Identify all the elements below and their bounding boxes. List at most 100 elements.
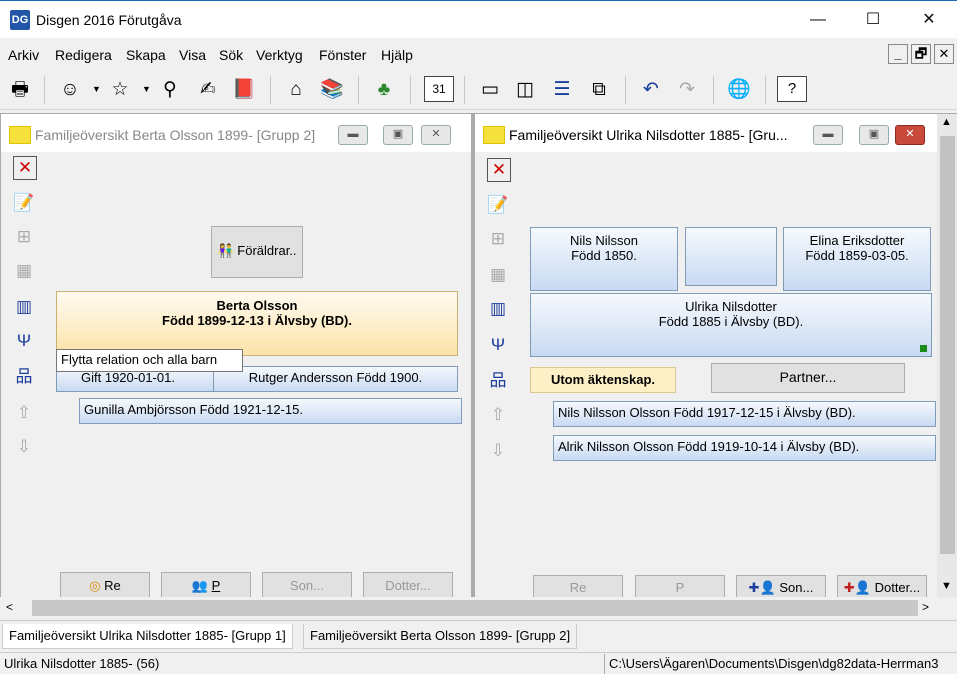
grid-icon[interactable]: ▦: [11, 258, 37, 284]
father-birth: Född 1850.: [571, 248, 637, 263]
person-icon[interactable]: ☺: [56, 76, 84, 104]
father-box[interactable]: Nils Nilsson Född 1850.: [530, 227, 678, 291]
mdi-restore-button[interactable]: 🗗: [911, 44, 931, 64]
delete-icon[interactable]: ✕: [487, 158, 511, 182]
menu-fonster[interactable]: Fönster: [319, 47, 366, 63]
note-edit-icon[interactable]: 📝: [11, 190, 37, 216]
horizontal-scrollbar[interactable]: < >: [0, 597, 957, 619]
child-minimize-button[interactable]: ▬: [813, 125, 843, 145]
toolbar: 🖶 ☺ ▼ ☆ ▼ ⚲ ✍ 📕 ⌂ 📚 ♣ 31 ▭ ◫ ☰ ⧉ ↶ ↷ 🌐 ?: [0, 70, 957, 110]
child-window-title: Familjeöversikt Berta Olsson 1899- [Grup…: [35, 127, 316, 143]
tab-ulrika[interactable]: Familjeöversikt Ulrika Nilsdotter 1885- …: [2, 624, 293, 649]
mother-birth: Född 1859-03-05.: [805, 248, 909, 263]
person-star-icon[interactable]: ☆: [106, 76, 134, 104]
menu-visa[interactable]: Visa: [179, 47, 206, 63]
maximize-button[interactable]: ☐: [850, 5, 896, 35]
calendar-icon[interactable]: 31: [424, 76, 454, 102]
partner-button[interactable]: Partner...: [711, 363, 905, 393]
binoculars-icon[interactable]: ⚲: [156, 76, 184, 104]
main-person-box[interactable]: Ulrika Nilsdotter Född 1885 i Älvsby (BD…: [530, 293, 932, 357]
partner-box[interactable]: Rutger Andersson Född 1900.: [213, 366, 458, 392]
main-person-box[interactable]: Berta Olsson Född 1899-12-13 i Älvsby (B…: [56, 291, 458, 356]
status-person: Ulrika Nilsdotter 1885- (56): [4, 656, 160, 671]
chevron-down-icon[interactable]: ▼: [92, 84, 101, 94]
tab-berta[interactable]: Familjeöversikt Berta Olsson 1899- [Grup…: [303, 624, 578, 649]
columns-icon[interactable]: ▥: [11, 294, 37, 320]
menu-hjalp[interactable]: Hjälp: [381, 47, 413, 63]
note-edit-icon[interactable]: 📝: [485, 192, 511, 218]
move-down-icon[interactable]: ⇩: [11, 434, 37, 460]
son-label: Son...: [779, 580, 814, 595]
empty-parent-box[interactable]: [685, 227, 777, 286]
tile-vertical-icon[interactable]: ◫: [511, 76, 539, 104]
cascade-icon[interactable]: ⧉: [585, 76, 613, 104]
tooltip: Flytta relation och alla barn: [56, 349, 243, 372]
undo-icon[interactable]: ↶: [637, 76, 665, 104]
relation-label: Utom äktenskap.: [530, 367, 676, 393]
globe-icon[interactable]: 🌐: [725, 76, 753, 104]
minimize-button[interactable]: —: [795, 5, 841, 35]
child-maximize-button[interactable]: ▣: [383, 125, 413, 145]
window-icon: [483, 126, 505, 144]
main-person-birth: Född 1899-12-13 i Älvsby (BD).: [162, 313, 352, 328]
single-window-icon[interactable]: ▭: [476, 76, 504, 104]
tree-outline-icon[interactable]: ⊞: [485, 226, 511, 252]
tree-outline-icon[interactable]: ⊞: [11, 224, 37, 250]
family-window-berta[interactable]: Familjeöversikt Berta Olsson 1899- [Grup…: [0, 113, 472, 602]
scroll-right-icon[interactable]: >: [922, 600, 929, 614]
child-close-button[interactable]: ✕: [895, 125, 925, 145]
tile-horizontal-icon[interactable]: ☰: [548, 76, 576, 104]
scroll-thumb[interactable]: [940, 136, 955, 554]
parents-icon: 👫: [217, 243, 234, 258]
child-row[interactable]: Gunilla Ambjörsson Född 1921-12-15.: [79, 398, 462, 424]
help-icon[interactable]: ?: [777, 76, 807, 102]
child-row[interactable]: Nils Nilsson Olsson Född 1917-12-15 i Äl…: [553, 401, 936, 427]
scroll-down-icon[interactable]: ▼: [941, 580, 952, 592]
move-down-icon[interactable]: ⇩: [485, 438, 511, 464]
descendants-icon[interactable]: Ψ: [485, 332, 511, 358]
mdi-close-button[interactable]: ✕: [934, 44, 954, 64]
mother-box[interactable]: Elina Eriksdotter Född 1859-03-05.: [783, 227, 931, 291]
mdi-area: Familjeöversikt Berta Olsson 1899- [Grup…: [0, 113, 957, 603]
print-icon[interactable]: 🖶: [6, 76, 34, 104]
menu-skapa[interactable]: Skapa: [126, 47, 166, 63]
menu-sok[interactable]: Sök: [219, 47, 243, 63]
add-daughter-icon: ✚👤: [843, 580, 871, 595]
menu-arkiv[interactable]: Arkiv: [8, 47, 39, 63]
org-tree-icon[interactable]: 品: [11, 364, 37, 390]
status-indicator: [920, 345, 927, 352]
edit-icon[interactable]: ✍: [194, 76, 222, 104]
close-button[interactable]: ✕: [906, 5, 952, 35]
mdi-minimize-button[interactable]: _: [888, 44, 908, 64]
app-icon: DG: [10, 10, 30, 30]
chevron-down-icon[interactable]: ▼: [142, 84, 151, 94]
redo-icon[interactable]: ↷: [673, 76, 701, 104]
family-window-ulrika[interactable]: Familjeöversikt Ulrika Nilsdotter 1885- …: [474, 113, 957, 603]
status-bar: Ulrika Nilsdotter 1885- (56) C:\Users\Äg…: [0, 652, 957, 674]
scroll-up-icon[interactable]: ▲: [941, 116, 952, 128]
child-row[interactable]: Alrik Nilsson Olsson Född 1919-10-14 i Ä…: [553, 435, 936, 461]
menu-verktyg[interactable]: Verktyg: [256, 47, 303, 63]
couple-icon: 👥: [191, 578, 208, 593]
delete-icon[interactable]: ✕: [13, 156, 37, 180]
parents-button[interactable]: 👫 Föräldrar..: [211, 226, 303, 278]
book-icon[interactable]: 📕: [230, 76, 258, 104]
status-path: C:\Users\Ägaren\Documents\Disgen\dg82dat…: [604, 654, 956, 674]
map-icon[interactable]: ♣: [370, 76, 398, 104]
descendants-icon[interactable]: Ψ: [11, 328, 37, 354]
org-tree-icon[interactable]: 品: [485, 368, 511, 394]
scroll-left-icon[interactable]: <: [6, 600, 13, 614]
child-close-button[interactable]: ✕: [421, 125, 451, 145]
grid-icon[interactable]: ▦: [485, 262, 511, 288]
main-person-name: Berta Olsson: [216, 298, 298, 313]
vertical-scrollbar[interactable]: ▲ ▼: [937, 114, 957, 598]
books-icon[interactable]: 📚: [318, 76, 346, 104]
columns-icon[interactable]: ▥: [485, 296, 511, 322]
home-icon[interactable]: ⌂: [282, 76, 310, 104]
move-up-icon[interactable]: ⇧: [485, 402, 511, 428]
move-up-icon[interactable]: ⇧: [11, 400, 37, 426]
hscroll-thumb[interactable]: [32, 600, 918, 616]
child-maximize-button[interactable]: ▣: [859, 125, 889, 145]
menu-redigera[interactable]: Redigera: [55, 47, 112, 63]
child-minimize-button[interactable]: ▬: [338, 125, 368, 145]
